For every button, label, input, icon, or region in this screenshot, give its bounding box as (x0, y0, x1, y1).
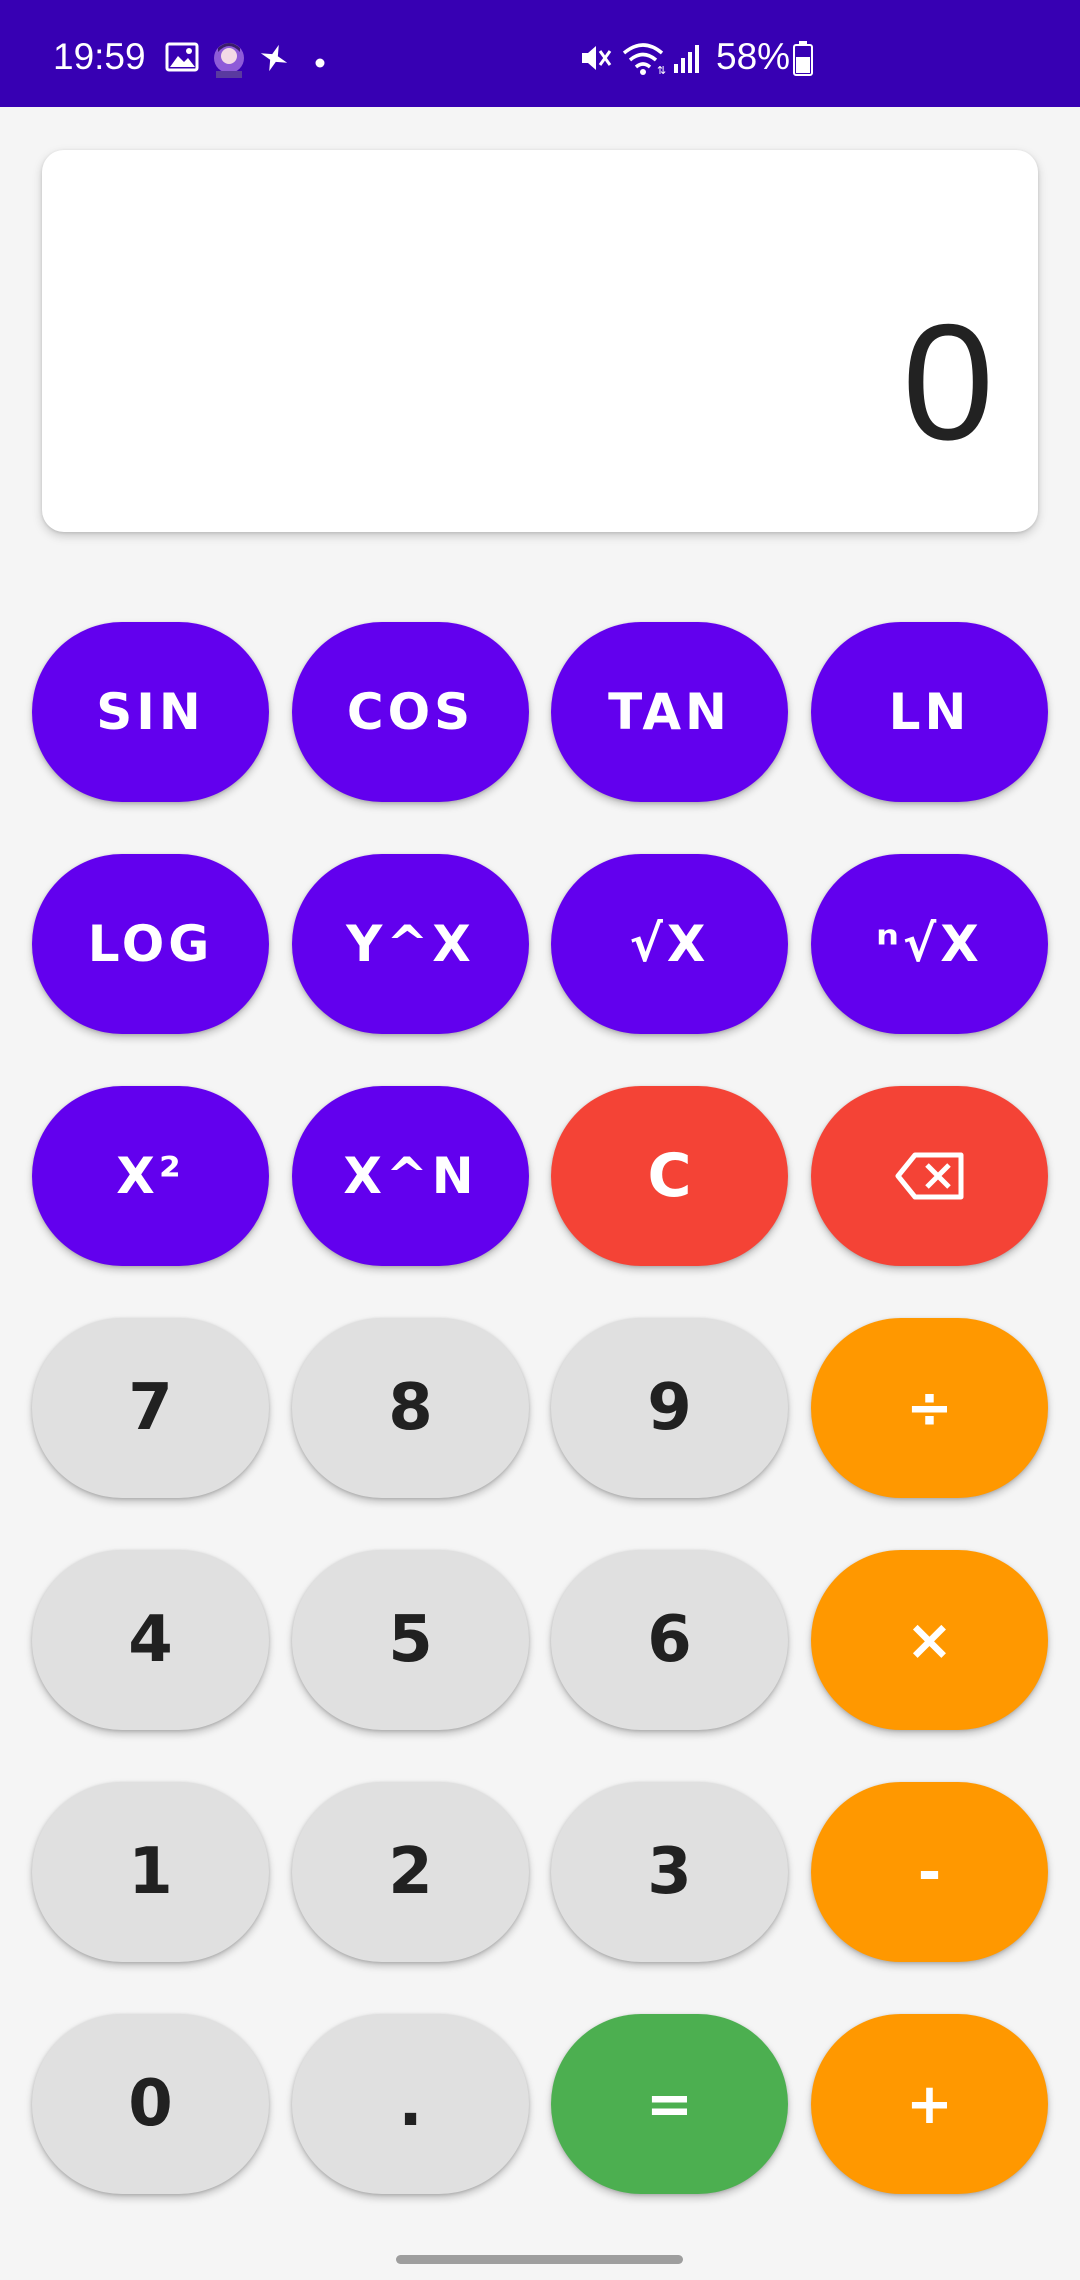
digit-0-button[interactable]: 0 (32, 2014, 269, 2194)
svg-text:⇅: ⇅ (657, 64, 666, 76)
sin-button[interactable]: SIN (32, 622, 269, 802)
signal-icon (674, 45, 699, 73)
wifi-icon: ⇅ (622, 43, 666, 76)
digit-3-label: 3 (647, 1835, 692, 1909)
digit-8-label: 8 (388, 1371, 433, 1445)
decimal-button[interactable]: . (292, 2014, 529, 2194)
x-squared-button[interactable]: X² (32, 1086, 269, 1266)
digit-1-label: 1 (128, 1835, 173, 1909)
backspace-button[interactable] (811, 1086, 1048, 1266)
plus-label: + (906, 2071, 953, 2137)
x-pow-n-label: X^N (343, 1147, 478, 1205)
dot-icon (315, 58, 325, 68)
nth-root-x-button[interactable]: ⁿ√X (811, 854, 1048, 1034)
display-value: 0 (902, 290, 994, 474)
digit-3-button[interactable]: 3 (551, 1782, 788, 1962)
digit-8-button[interactable]: 8 (292, 1318, 529, 1498)
status-bar: 19:59 ⇅ 58% (0, 0, 1080, 107)
digit-7-button[interactable]: 7 (32, 1318, 269, 1498)
digit-5-button[interactable]: 5 (292, 1550, 529, 1730)
status-time: 19:59 (53, 36, 146, 77)
digit-5-label: 5 (388, 1603, 433, 1677)
ln-label: LN (888, 683, 971, 741)
sparkle-icon (260, 44, 288, 72)
digit-2-label: 2 (388, 1835, 433, 1909)
equals-label: = (646, 2071, 693, 2137)
nth-root-x-label: ⁿ√X (876, 915, 983, 973)
digit-4-button[interactable]: 4 (32, 1550, 269, 1730)
battery-percentage: 58% (716, 36, 791, 77)
y-pow-x-button[interactable]: Y^X (292, 854, 529, 1034)
decimal-label: . (398, 2067, 423, 2141)
clear-label: C (647, 1141, 692, 1211)
backspace-icon (895, 1152, 963, 1200)
x-pow-n-button[interactable]: X^N (292, 1086, 529, 1266)
tan-button[interactable]: TAN (551, 622, 788, 802)
result-display: 0 (42, 150, 1038, 532)
y-pow-x-label: Y^X (346, 915, 475, 973)
multiply-label: × (906, 1607, 953, 1673)
digit-6-label: 6 (647, 1603, 692, 1677)
clear-button[interactable]: C (551, 1086, 788, 1266)
digit-4-label: 4 (128, 1603, 173, 1677)
digit-0-label: 0 (128, 2067, 173, 2141)
avatar-icon (214, 43, 244, 78)
equals-button[interactable]: = (551, 2014, 788, 2194)
sqrt-x-label: √X (629, 915, 710, 973)
digit-7-label: 7 (128, 1371, 173, 1445)
ln-button[interactable]: LN (811, 622, 1048, 802)
cos-button[interactable]: COS (292, 622, 529, 802)
log-button[interactable]: LOG (32, 854, 269, 1034)
divide-label: ÷ (906, 1375, 953, 1441)
digit-9-label: 9 (647, 1371, 692, 1445)
x-squared-label: X² (116, 1147, 185, 1205)
home-indicator[interactable] (396, 2255, 683, 2264)
plus-button[interactable]: + (811, 2014, 1048, 2194)
digit-2-button[interactable]: 2 (292, 1782, 529, 1962)
mute-icon (582, 46, 612, 70)
digit-9-button[interactable]: 9 (551, 1318, 788, 1498)
cos-label: COS (346, 683, 475, 741)
tan-label: TAN (608, 683, 731, 741)
minus-label: - (917, 1839, 942, 1905)
image-icon (165, 42, 199, 72)
log-label: LOG (87, 915, 214, 973)
divide-button[interactable]: ÷ (811, 1318, 1048, 1498)
multiply-button[interactable]: × (811, 1550, 1048, 1730)
sqrt-x-button[interactable]: √X (551, 854, 788, 1034)
digit-6-button[interactable]: 6 (551, 1550, 788, 1730)
sin-label: SIN (96, 683, 205, 741)
battery-icon (793, 41, 813, 76)
digit-1-button[interactable]: 1 (32, 1782, 269, 1962)
minus-button[interactable]: - (811, 1782, 1048, 1962)
